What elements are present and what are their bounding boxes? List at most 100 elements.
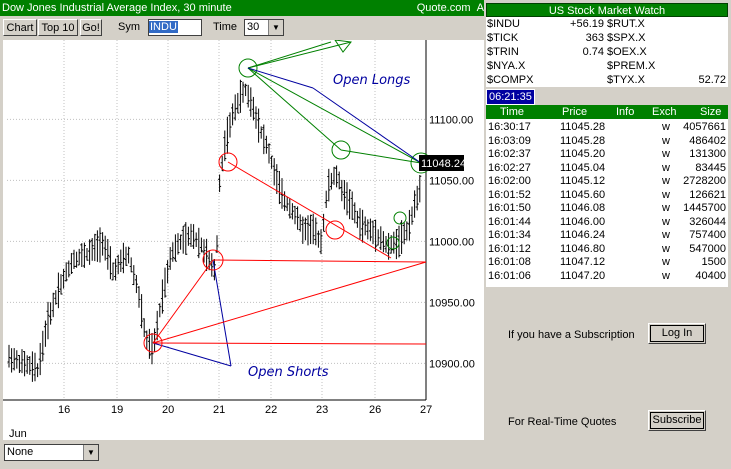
market-watch-sym2: $TYX.X (607, 74, 645, 86)
trade-row: 16:01:34 11046.24 w 757400 (486, 228, 728, 241)
trade-row: 16:01:50 11046.08 w 1445700 (486, 201, 728, 214)
trade-cell: 16:01:08 (488, 256, 531, 268)
trade-cell: 16:01:52 (488, 188, 531, 201)
trade-cell: 16:03:09 (488, 134, 531, 147)
trade-cell: 2728200 (683, 175, 726, 187)
trade-cell: w (662, 188, 670, 201)
trade-cell: 16:30:17 (488, 121, 531, 133)
market-watch-sym2: $PREM.X (607, 60, 656, 72)
symbol-input[interactable]: INDU (148, 19, 202, 36)
trade-cell: w (662, 215, 670, 228)
trade-cell: 11045.28 (560, 134, 606, 147)
time-select[interactable]: 30 ▼ (244, 19, 284, 36)
clock: 06:21:35 (486, 89, 535, 105)
chevron-down-icon: ▼ (268, 20, 283, 35)
trade-cell: 4057661 (683, 121, 726, 133)
sym-label: Sym (118, 21, 140, 33)
trade-cell: 16:01:44 (488, 215, 531, 228)
trade-row: 16:01:12 11046.80 w 547000 (486, 242, 728, 255)
trade-cell: 16:01:12 (488, 242, 531, 255)
source-label: Quote.com A (416, 2, 484, 14)
x-tick-label: 27 (420, 404, 432, 416)
price-chart: Open Longs Open Shorts 11048.24 11100.00… (3, 40, 484, 440)
trade-row: 16:02:27 11045.04 w 83445 (486, 161, 728, 174)
trade-row: 16:30:17 11045.28 w 4057661 (486, 120, 728, 133)
trade-row: 16:02:37 11045.20 w 131300 (486, 147, 728, 160)
trade-cell: 40400 (695, 269, 726, 282)
trades-table: Time Price Info Exch Size 16:30:17 11045.… (486, 105, 728, 287)
open-shorts-label: Open Shorts (248, 365, 329, 380)
y-tick-label: 10900.00 (429, 358, 475, 370)
y-tick-label: 11000.00 (429, 236, 474, 248)
trade-row: 16:01:52 11045.60 w 126621 (486, 188, 728, 201)
y-tick-label: 11100.00 (429, 114, 473, 126)
trade-cell: 126621 (689, 188, 726, 201)
trade-row: 16:01:08 11047.12 w 1500 (486, 255, 728, 268)
subscribe-button[interactable]: Subscribe (648, 410, 706, 431)
market-watch-sym1: $TICK (487, 32, 519, 44)
trade-cell: 757400 (689, 229, 726, 241)
trade-row: 16:02:00 11045.12 w 2728200 (486, 174, 728, 187)
market-watch-val1: +56.19 (570, 18, 604, 30)
trade-cell: 11045.12 (560, 175, 606, 187)
go-button[interactable]: Go! (80, 19, 102, 36)
indicator-select[interactable]: None ▼ (4, 444, 99, 461)
market-watch-sym2: $RUT.X (607, 18, 645, 30)
trade-cell: 1445700 (683, 202, 726, 214)
trade-cell: w (662, 242, 670, 255)
trade-cell: w (662, 134, 670, 147)
trade-cell: w (662, 256, 670, 268)
login-button[interactable]: Log In (648, 323, 706, 344)
month-label: Jun (9, 428, 27, 440)
trade-cell: 547000 (689, 242, 726, 255)
x-tick-label: 21 (213, 404, 225, 416)
market-watch-val1: 363 (585, 32, 604, 44)
y-tick-label: 10950.00 (429, 297, 475, 309)
trade-cell: w (662, 229, 670, 241)
current-price-marker: 11048.24 (421, 158, 466, 170)
trade-cell: 11047.20 (560, 269, 606, 282)
x-tick-label: 16 (58, 404, 70, 416)
trade-cell: 16:02:00 (488, 175, 531, 187)
market-watch-sym2: $SPX.X (607, 32, 646, 44)
trade-row: 16:01:44 11046.00 w 326044 (486, 215, 728, 228)
market-panel: US Stock Market Watch $INDU +56.19 $RUT.X $… (484, 0, 731, 469)
trade-cell: 11046.24 (560, 229, 606, 241)
trade-cell: w (662, 269, 670, 282)
trade-cell: w (662, 175, 670, 187)
time-label: Time (213, 21, 238, 33)
x-tick-label: 26 (369, 404, 381, 416)
trade-cell: 11046.00 (560, 215, 606, 228)
trade-row: 16:03:09 11045.28 w 486402 (486, 134, 728, 147)
top10-button[interactable]: Top 10 (38, 19, 78, 36)
trade-cell: w (662, 161, 670, 174)
x-tick-label: 19 (111, 404, 123, 416)
realtime-text: For Real-Time Quotes (508, 416, 617, 428)
trade-cell: 16:01:34 (488, 229, 531, 241)
x-tick-label: 23 (316, 404, 328, 416)
chevron-down-icon: ▼ (83, 445, 98, 460)
y-tick-label: 11050.00 (429, 175, 474, 187)
trade-cell: 16:01:50 (488, 202, 531, 214)
trade-cell: 131300 (689, 148, 726, 160)
trade-cell: w (662, 121, 670, 133)
trade-cell: 11045.20 (560, 148, 606, 160)
trade-cell: 11047.12 (560, 256, 606, 268)
toolbar: Chart Top 10 Go! Sym INDU Time 30 ▼ (0, 16, 484, 38)
market-watch-table: $INDU +56.19 $RUT.X $TICK 363 $SPX.X $TRIN 0.74… (486, 17, 728, 87)
trade-cell: 83445 (695, 161, 726, 174)
trade-cell: 11045.28 (560, 121, 606, 133)
trade-cell: 486402 (689, 134, 726, 147)
trade-cell: 1500 (701, 256, 726, 268)
market-watch-val1: 0.74 (582, 46, 604, 58)
market-watch-title: US Stock Market Watch (486, 3, 728, 17)
trade-cell: w (662, 148, 670, 160)
trade-cell: 16:02:37 (488, 148, 531, 160)
market-watch-sym1: $TRIN (487, 46, 519, 58)
market-watch-sym1: $COMPX (487, 74, 534, 86)
chart-button[interactable]: Chart (3, 19, 37, 36)
window-title-bar: Dow Jones Industrial Average Index, 30 m… (0, 0, 484, 16)
trade-cell: 11046.08 (560, 202, 606, 214)
market-watch-sym1: $INDU (487, 18, 521, 30)
trade-row: 16:01:06 11047.20 w 40400 (486, 269, 728, 282)
